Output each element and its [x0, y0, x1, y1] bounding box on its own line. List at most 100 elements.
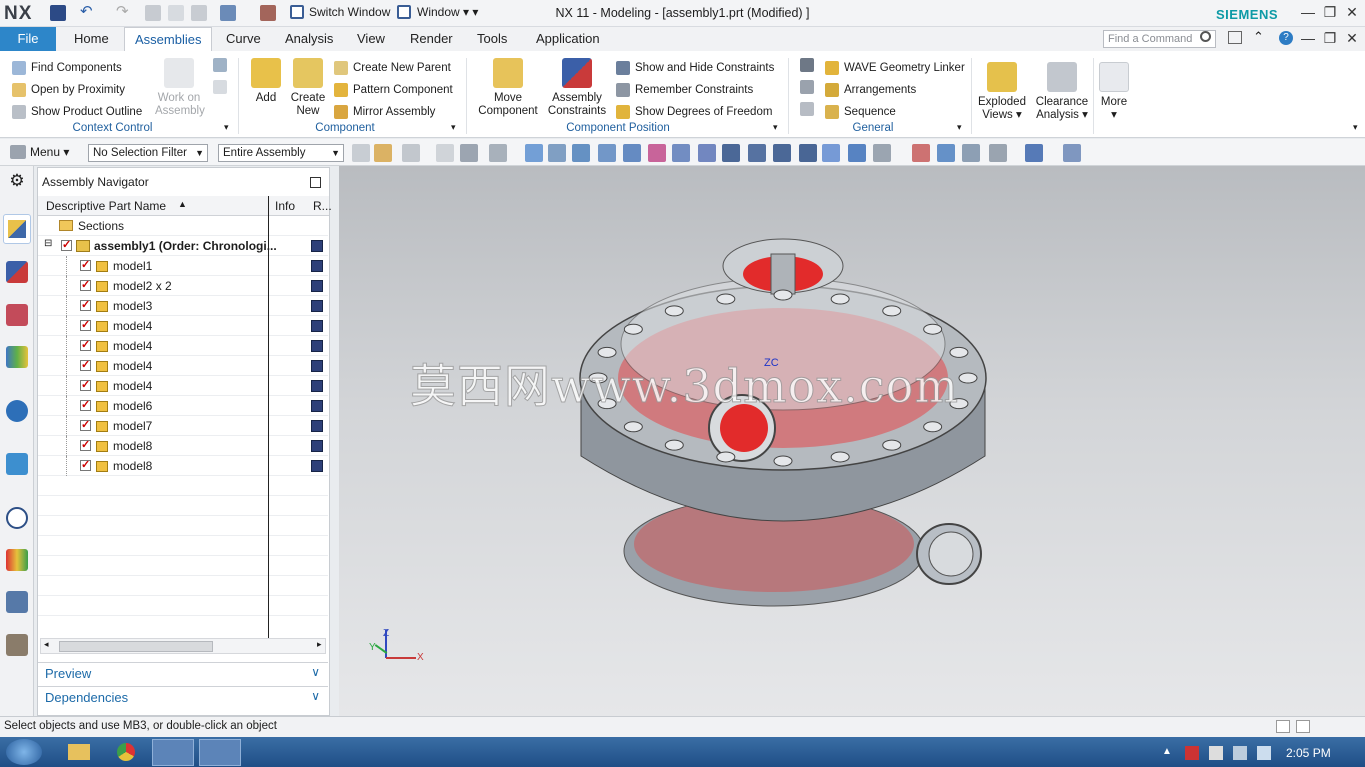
selection-tool-icon[interactable]	[489, 144, 507, 162]
part-row[interactable]: model1	[38, 256, 328, 276]
selection-tool-icon[interactable]	[672, 144, 690, 162]
selection-tool-icon[interactable]	[822, 144, 840, 162]
tab-assemblies[interactable]: Assemblies	[124, 27, 213, 52]
preview-panel-header[interactable]: Preview ∨	[38, 662, 328, 684]
visibility-checkbox[interactable]	[80, 378, 91, 391]
part-row[interactable]: model2 x 2	[38, 276, 328, 296]
part-row[interactable]: model8	[38, 436, 328, 456]
general-option-3-icon[interactable]	[800, 102, 814, 116]
visibility-checkbox[interactable]	[80, 438, 91, 451]
visibility-checkbox[interactable]	[80, 398, 91, 411]
part-row[interactable]: model7	[38, 416, 328, 436]
network-icon[interactable]	[1233, 746, 1247, 760]
create-new-parent-button[interactable]: Create New Parent	[334, 57, 453, 79]
selection-tool-icon[interactable]	[698, 144, 716, 162]
tray-expand-icon[interactable]: ▲	[1162, 746, 1172, 757]
minimize-icon[interactable]: —	[1299, 4, 1317, 20]
visibility-checkbox[interactable]	[80, 458, 91, 471]
work-on-assembly-button[interactable]: Work on Assembly	[155, 58, 205, 118]
windows-start-button[interactable]	[6, 739, 42, 765]
doc-minimize-icon[interactable]: —	[1299, 30, 1317, 46]
selection-tool-icon[interactable]	[1063, 144, 1081, 162]
selection-filter-select[interactable]: No Selection Filter ▼	[88, 144, 208, 162]
context-option-icon[interactable]	[213, 58, 227, 72]
selection-tool-icon[interactable]	[962, 144, 980, 162]
visibility-checkbox[interactable]	[80, 298, 91, 311]
ribbon-options-icon[interactable]	[1228, 31, 1242, 44]
chevron-up-icon[interactable]: ⌃	[1253, 29, 1264, 45]
process-studio-icon[interactable]	[6, 591, 28, 613]
part-row[interactable]: model8	[38, 456, 328, 476]
component-position-dropdown-icon[interactable]: ▾	[773, 122, 778, 133]
assembly-constraints-button[interactable]: Assembly Constraints	[545, 58, 609, 118]
tab-render[interactable]: Render	[400, 27, 463, 52]
status-icon[interactable]	[1276, 720, 1290, 733]
selection-tool-icon[interactable]	[848, 144, 866, 162]
dependencies-panel-header[interactable]: Dependencies ∨	[38, 686, 328, 708]
part-row[interactable]: model4	[38, 376, 328, 396]
visibility-checkbox[interactable]	[80, 278, 91, 291]
selection-tool-icon[interactable]	[1025, 144, 1043, 162]
selection-tool-icon[interactable]	[989, 144, 1007, 162]
fullscreen-icon[interactable]	[1296, 720, 1310, 733]
tab-home[interactable]: Home	[64, 27, 119, 52]
search-icon[interactable]	[1200, 31, 1211, 42]
part-row[interactable]: model3	[38, 296, 328, 316]
selection-tool-icon[interactable]	[436, 144, 454, 162]
exploded-views-button[interactable]: Exploded Views ▾	[976, 62, 1028, 122]
selection-tool-icon[interactable]	[873, 144, 891, 162]
pattern-component-button[interactable]: Pattern Component	[334, 79, 453, 101]
close-icon[interactable]: ✕	[1343, 4, 1361, 21]
create-new-button[interactable]: Create New	[288, 58, 328, 118]
selection-tool-icon[interactable]	[799, 144, 817, 162]
selection-tool-icon[interactable]	[722, 144, 740, 162]
tab-application[interactable]: Application	[526, 27, 610, 52]
column-descriptive-part-name[interactable]: Descriptive Part Name	[46, 199, 166, 213]
part-navigator-icon[interactable]	[6, 304, 28, 326]
reuse-library-icon[interactable]	[6, 346, 28, 368]
visibility-checkbox[interactable]	[80, 258, 91, 271]
remember-constraints-button[interactable]: Remember Constraints	[616, 79, 774, 101]
context-control-dropdown-icon[interactable]: ▾	[224, 122, 229, 133]
selection-tool-icon[interactable]	[402, 144, 420, 162]
selection-scope-select[interactable]: Entire Assembly ▼	[218, 144, 344, 162]
doc-restore-icon[interactable]: ❐	[1321, 30, 1339, 47]
find-components-button[interactable]: Find Components	[12, 57, 142, 79]
constraint-navigator-icon[interactable]	[6, 261, 28, 283]
history-icon[interactable]	[6, 507, 28, 529]
arrangements-button[interactable]: Arrangements	[825, 79, 965, 101]
selection-tool-icon[interactable]	[623, 144, 641, 162]
system-materials-icon[interactable]	[6, 549, 28, 571]
general-dropdown-icon[interactable]: ▾	[957, 122, 962, 133]
show-dof-button[interactable]: Show Degrees of Freedom	[616, 101, 774, 123]
scrollbar-thumb[interactable]	[59, 641, 213, 652]
find-command-input[interactable]: Find a Command	[1103, 30, 1216, 48]
gear-icon[interactable]: ⚙	[6, 171, 28, 193]
video-taskbar-button[interactable]	[199, 739, 241, 766]
tray-icon[interactable]	[1209, 746, 1223, 760]
column-read-only[interactable]: R...	[313, 199, 332, 213]
general-option-icon[interactable]	[800, 58, 814, 72]
tab-curve[interactable]: Curve	[216, 27, 271, 52]
column-info[interactable]: Info	[275, 199, 295, 213]
tab-view[interactable]: View	[347, 27, 395, 52]
file-explorer-icon[interactable]	[68, 744, 90, 760]
context-option-2-icon[interactable]	[213, 80, 227, 94]
volume-icon[interactable]	[1257, 746, 1271, 760]
taskbar-clock[interactable]: 2:05 PM	[1286, 746, 1331, 760]
selection-tool-icon[interactable]	[937, 144, 955, 162]
part-row[interactable]: model4	[38, 356, 328, 376]
tray-icon[interactable]	[1185, 746, 1199, 760]
selection-tool-icon[interactable]	[460, 144, 478, 162]
show-product-outline-button[interactable]: Show Product Outline	[12, 101, 142, 123]
selection-tool-icon[interactable]	[598, 144, 616, 162]
open-by-proximity-button[interactable]: Open by Proximity	[12, 79, 142, 101]
part-row[interactable]: model4	[38, 316, 328, 336]
tab-analysis[interactable]: Analysis	[275, 27, 343, 52]
sequence-button[interactable]: Sequence	[825, 101, 965, 123]
visibility-checkbox[interactable]	[80, 318, 91, 331]
hd3d-tools-icon[interactable]	[6, 400, 28, 422]
component-dropdown-icon[interactable]: ▾	[451, 122, 456, 133]
scroll-left-icon[interactable]: ◂	[44, 639, 49, 650]
selection-tool-icon[interactable]	[648, 144, 666, 162]
